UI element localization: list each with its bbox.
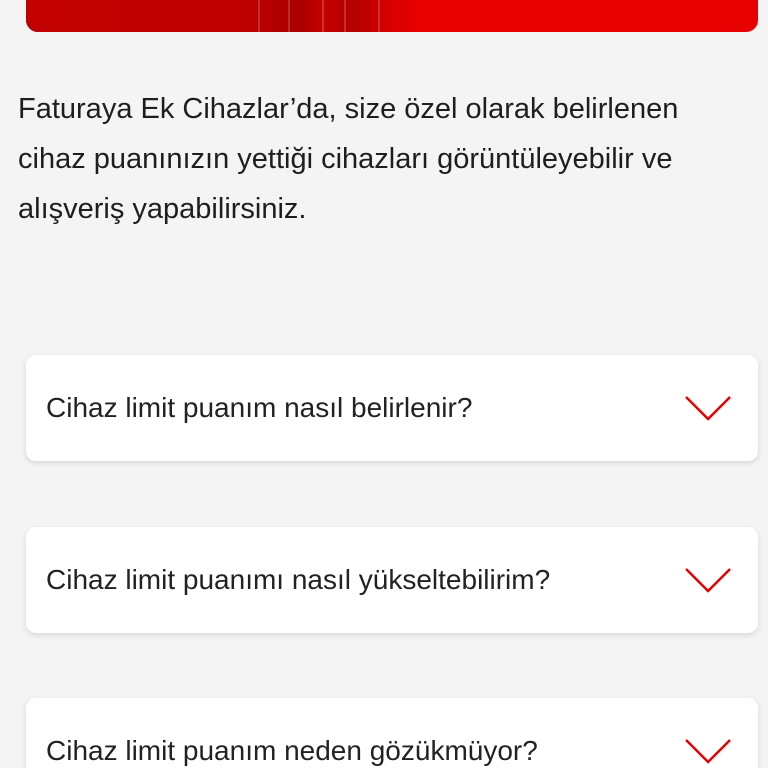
faq-question: Cihaz limit puanım neden gözükmüyor? bbox=[46, 735, 538, 766]
faq-item-how-determined[interactable]: Cihaz limit puanım nasıl belirlenir? bbox=[26, 355, 758, 461]
banner-pattern bbox=[26, 0, 416, 32]
chevron-down-icon bbox=[685, 568, 731, 593]
page: Faturaya Ek Cihazlar’da, size özel olara… bbox=[0, 0, 768, 768]
faq-question: Cihaz limit puanım nasıl belirlenir? bbox=[46, 392, 473, 423]
faq-item-why-not-shown[interactable]: Cihaz limit puanım neden gözükmüyor? bbox=[26, 698, 758, 768]
chevron-down-icon bbox=[685, 396, 731, 421]
faq-question: Cihaz limit puanımı nasıl yükseltebiliri… bbox=[46, 564, 551, 595]
hero-banner bbox=[26, 0, 758, 32]
chevron-down-icon bbox=[685, 739, 731, 764]
faq-item-how-increase[interactable]: Cihaz limit puanımı nasıl yükseltebiliri… bbox=[26, 527, 758, 633]
intro-text: Faturaya Ek Cihazlar’da, size özel olara… bbox=[18, 93, 679, 225]
